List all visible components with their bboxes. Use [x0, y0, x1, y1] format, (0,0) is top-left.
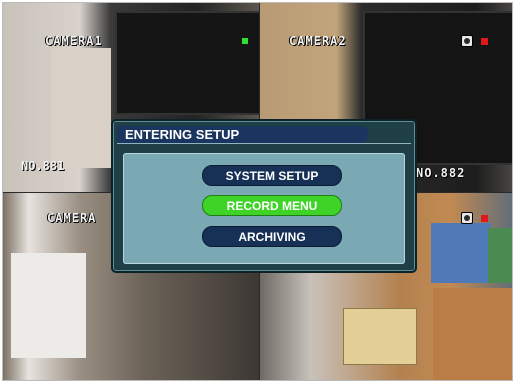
record-indicator-icon — [481, 38, 488, 45]
monitor-object — [115, 11, 259, 115]
setup-dialog: ENTERING SETUP SYSTEM SETUP RECORD MENU … — [111, 119, 417, 273]
dialog-menu-panel: SYSTEM SETUP RECORD MENU ARCHIVING — [123, 153, 405, 264]
record-menu-button[interactable]: RECORD MENU — [202, 195, 342, 216]
shelf — [51, 48, 111, 168]
status-indicator-icon — [242, 38, 248, 44]
camera-1-number-label: NO.881 — [21, 159, 65, 173]
camera-3-label: CAMERA — [47, 211, 97, 225]
camera-1-label: CAMERA1 — [45, 34, 103, 48]
system-setup-button[interactable]: SYSTEM SETUP — [202, 165, 342, 186]
dialog-divider — [117, 143, 411, 144]
dvr-screen: CAMERA1 CAMERA2 NO.881 CAMERA NO.882 ENT… — [2, 2, 513, 381]
crate — [343, 308, 417, 365]
dialog-title: ENTERING SETUP — [117, 126, 369, 143]
camera-2-label: CAMERA2 — [289, 34, 347, 48]
camera-4-label: NO.882 — [416, 166, 466, 180]
record-indicator-icon — [481, 215, 488, 222]
cabinet — [433, 288, 512, 380]
camera-status-icon — [461, 212, 473, 224]
green-box — [488, 228, 512, 283]
archiving-button[interactable]: ARCHIVING — [202, 226, 342, 247]
blue-box — [431, 223, 491, 283]
white-box — [11, 253, 86, 358]
camera-status-icon — [461, 35, 473, 47]
